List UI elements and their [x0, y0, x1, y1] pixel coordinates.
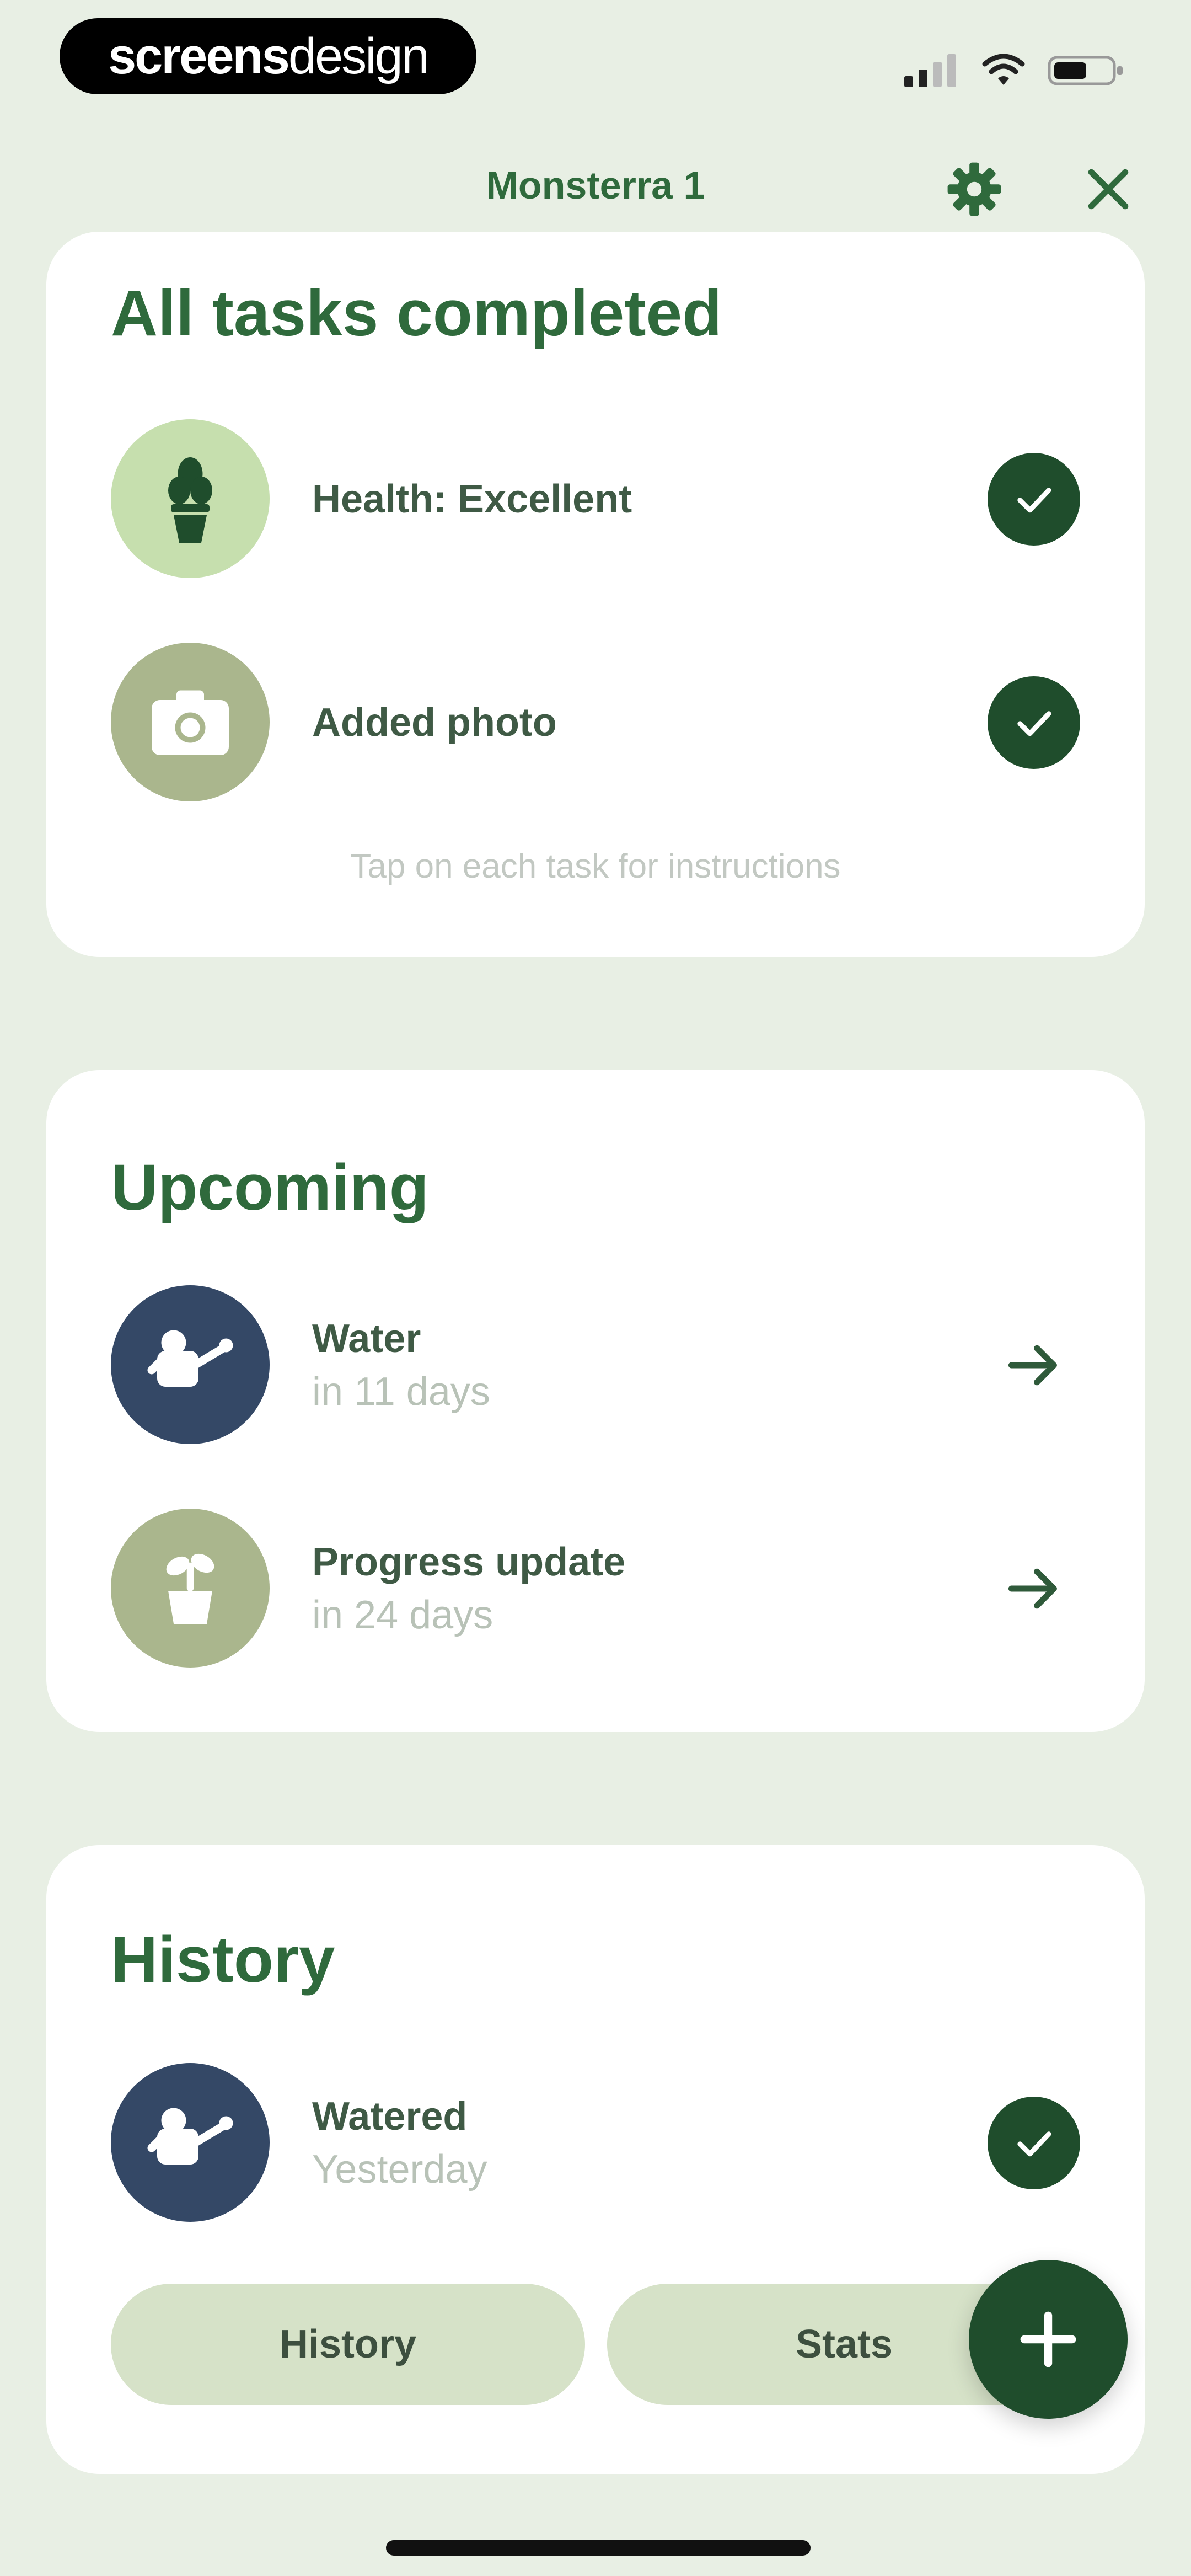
history-icon-circle	[111, 2063, 270, 2222]
history-button[interactable]: History	[111, 2284, 585, 2405]
gear-icon[interactable]	[944, 159, 1005, 220]
tasks-card: All tasks completed Health: Excellent Ad…	[46, 232, 1145, 957]
page-title: Monsterra 1	[486, 164, 705, 207]
task-text: Added photo	[312, 700, 557, 745]
upcoming-icon-circle	[111, 1285, 270, 1444]
upcoming-row-progress[interactable]: Progress update in 24 days	[111, 1509, 1080, 1669]
upcoming-label: Water	[312, 1317, 421, 1361]
status-icons	[904, 47, 1125, 94]
checkmark-icon	[1017, 711, 1051, 736]
tasks-card-title: All tasks completed	[111, 277, 722, 350]
task-text: Health: Excellent	[312, 477, 632, 522]
arrow-right-icon[interactable]	[1003, 1558, 1064, 1619]
upcoming-icon-circle	[111, 1509, 270, 1668]
history-label: Watered	[312, 2094, 468, 2139]
potted-plant-icon	[168, 457, 212, 543]
upcoming-due: in 11 days	[312, 1370, 490, 1414]
task-label: Health: Excellent	[312, 477, 632, 521]
upcoming-card-title: Upcoming	[111, 1151, 429, 1224]
upcoming-card: Upcoming Water in 11 days Progress updat…	[46, 1070, 1145, 1732]
plus-icon	[1020, 2311, 1076, 2367]
completed-check	[988, 2097, 1080, 2189]
upcoming-row-water[interactable]: Water in 11 days	[111, 1285, 1080, 1445]
history-card-title: History	[111, 1923, 335, 1996]
arrow-right-icon[interactable]	[1003, 1335, 1064, 1396]
watering-can-icon	[147, 2108, 233, 2165]
task-label: Added photo	[312, 701, 557, 745]
upcoming-label: Progress update	[312, 1540, 626, 1584]
task-row-photo[interactable]: Added photo	[111, 643, 1080, 803]
upcoming-text: Water in 11 days	[312, 1316, 490, 1414]
history-text: Watered Yesterday	[312, 2094, 487, 2192]
checkmark-icon	[1017, 2131, 1051, 2157]
task-icon-circle	[111, 419, 270, 578]
upcoming-text: Progress update in 24 days	[312, 1540, 625, 1638]
brand-logo-light: design	[288, 28, 430, 84]
brand-logo-bold: screens	[108, 28, 290, 84]
completed-check	[988, 453, 1080, 546]
brand-logo-pill: screens design	[60, 18, 476, 94]
completed-check	[988, 676, 1080, 769]
tasks-hint: Tap on each task for instructions	[350, 847, 841, 885]
history-date: Yesterday	[312, 2147, 487, 2192]
signal-icon	[904, 54, 956, 87]
upcoming-due: in 24 days	[312, 1593, 493, 1637]
watering-can-icon	[147, 1330, 233, 1387]
close-icon[interactable]	[1078, 159, 1139, 220]
home-indicator[interactable]	[386, 2540, 811, 2556]
task-icon-circle	[111, 643, 270, 801]
camera-icon	[152, 690, 229, 755]
sprout-pot-icon	[166, 1553, 214, 1624]
checkmark-icon	[1017, 488, 1051, 513]
wifi-icon	[982, 54, 1025, 85]
add-task-button[interactable]	[969, 2260, 1128, 2419]
task-row-health[interactable]: Health: Excellent	[111, 419, 1080, 579]
history-row-watered[interactable]: Watered Yesterday	[111, 2063, 1080, 2223]
battery-icon	[1048, 56, 1123, 85]
